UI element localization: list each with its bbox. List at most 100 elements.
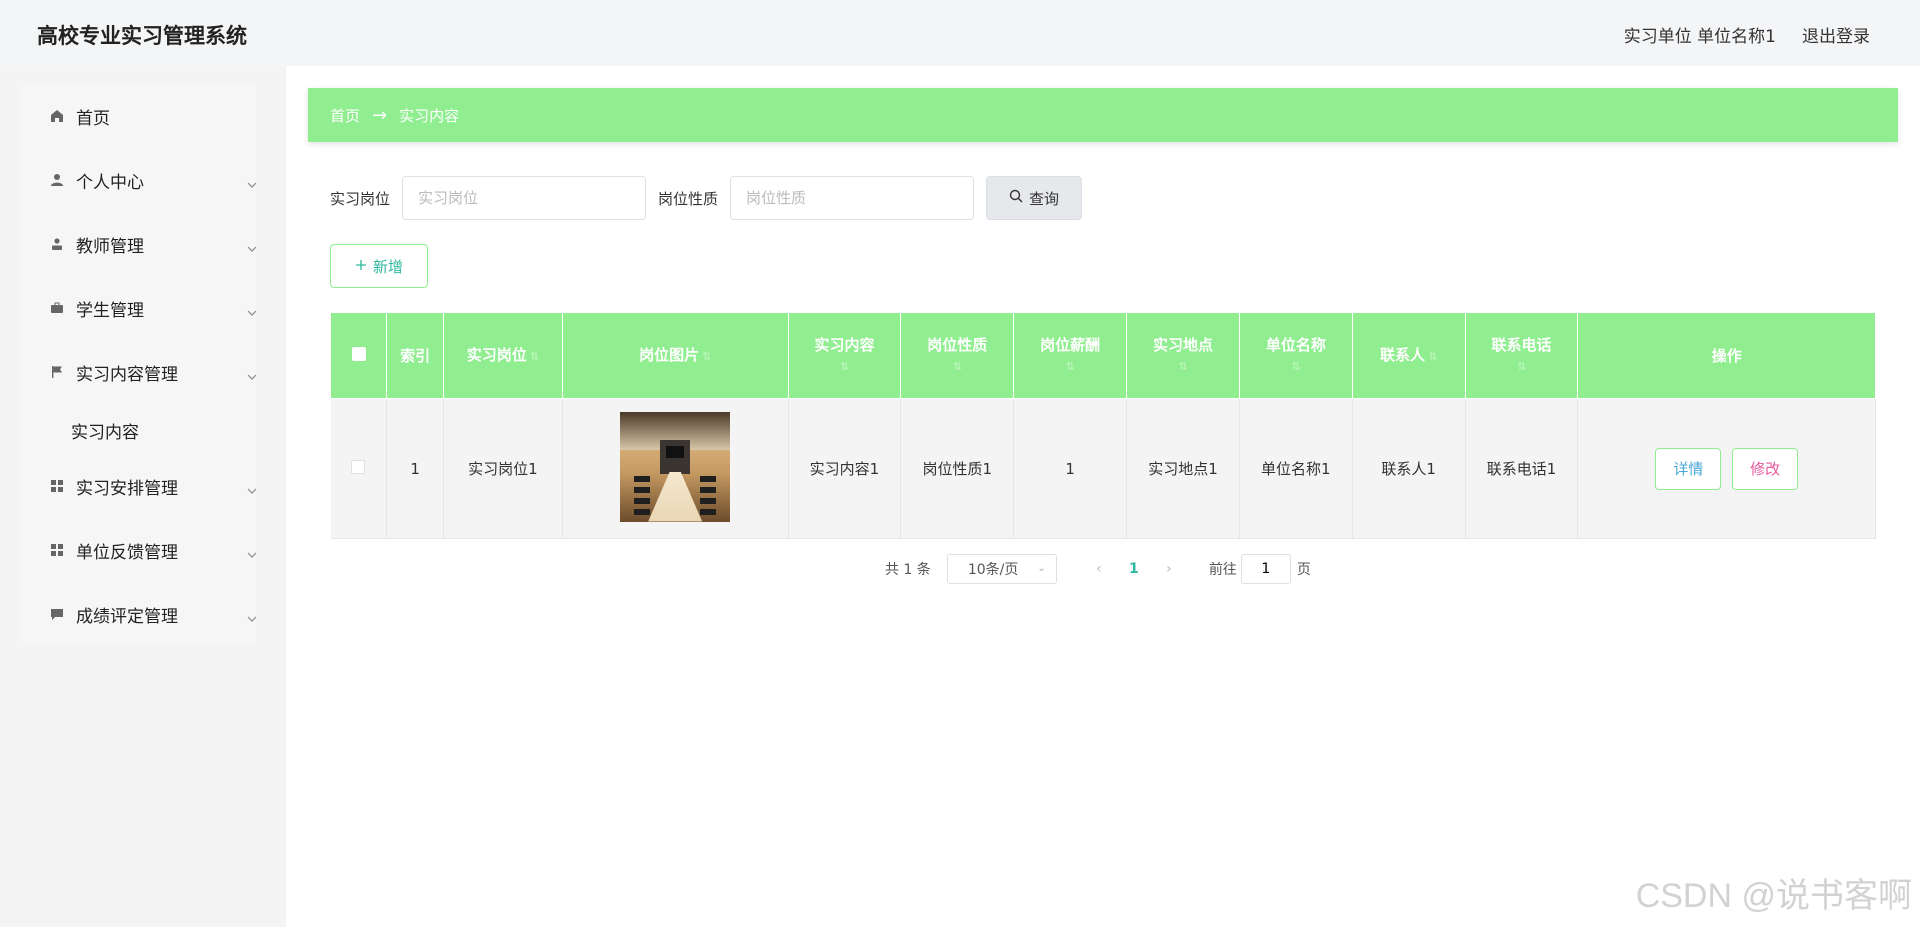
header-content[interactable]: 实习内容 ⇅: [787, 312, 902, 399]
add-button[interactable]: 新增: [330, 244, 428, 288]
chevron-down-icon: [247, 367, 257, 380]
app-title: 高校专业实习管理系统: [37, 24, 247, 48]
row-select-cell: [330, 398, 388, 539]
cell-location: 实习地点1: [1126, 398, 1240, 539]
header-ops: 操作: [1577, 312, 1876, 399]
header-right: 实习单位 单位名称1 退出登录: [1624, 22, 1870, 47]
chevron-down-icon: [247, 609, 257, 622]
sidebar: 首页 个人中心 教师管理 学生管理 实习内容管理 实习内容 实习安排管理 单位反…: [20, 86, 257, 644]
grid-icon: [49, 542, 65, 558]
sort-icon[interactable]: ⇅: [1018, 356, 1122, 378]
chevron-down-icon: [247, 545, 257, 558]
chevron-down-icon: ⌄: [1037, 563, 1046, 574]
breadcrumb: 首页 → 实习内容: [308, 88, 1898, 142]
sidebar-item-personal-center[interactable]: 个人中心: [20, 156, 257, 204]
page-number-current[interactable]: 1: [1119, 561, 1149, 577]
prev-page-icon[interactable]: ‹: [1079, 561, 1119, 577]
header-phone[interactable]: 联系电话 ⇅: [1464, 312, 1579, 399]
pagination: 共 1 条 10条/页 ⌄ ‹ 1 › 前往 页: [885, 554, 1311, 584]
table-row: 1 实习岗位1 实习内容1 岗位性质1 1 实习地点1 单位名称1 联系人1 联…: [330, 398, 1876, 539]
page-size-select[interactable]: 10条/页 ⌄: [946, 554, 1057, 584]
header-location[interactable]: 实习地点 ⇅: [1126, 312, 1240, 399]
chevron-down-icon: [247, 239, 257, 252]
sort-icon[interactable]: ⇅: [1428, 350, 1437, 363]
sort-icon[interactable]: ⇅: [702, 350, 711, 363]
sidebar-item-label: 学生管理: [76, 300, 144, 321]
briefcase-icon: [49, 300, 65, 316]
data-table: 索引 实习岗位 ⇅ 岗位图片 ⇅ 实习内容 ⇅ 岗位性质 ⇅ 岗位薪酬 ⇅ 实习地点 ⇅ 单…: [329, 312, 1876, 539]
table-header-row: 索引 实习岗位 ⇅ 岗位图片 ⇅ 实习内容 ⇅ 岗位性质 ⇅ 岗位薪酬 ⇅ 实习地点 ⇅ 单…: [329, 312, 1876, 399]
sort-icon[interactable]: ⇅: [1470, 356, 1574, 378]
cell-content: 实习内容1: [788, 398, 902, 539]
goto-page-input[interactable]: [1240, 554, 1291, 584]
header-index: 索引: [386, 312, 444, 399]
user-icon: [49, 172, 65, 188]
search-form: 实习岗位 岗位性质 查询: [330, 176, 1083, 220]
sort-icon[interactable]: ⇅: [793, 356, 897, 378]
next-page-icon[interactable]: ›: [1149, 561, 1189, 577]
cell-ops: 详情 修改: [1577, 398, 1876, 539]
sidebar-item-home[interactable]: 首页: [20, 92, 256, 140]
position-image[interactable]: [620, 411, 731, 522]
page-size-value: 10条/页: [967, 562, 1019, 578]
top-bar: 高校专业实习管理系统 实习单位 单位名称1 退出登录: [0, 0, 1920, 66]
chevron-down-icon: [247, 175, 257, 188]
sidebar-item-label: 实习安排管理: [76, 478, 178, 499]
select-all-checkbox[interactable]: [351, 346, 366, 361]
teacher-icon: [49, 236, 65, 252]
sidebar-subitem-internship-content[interactable]: 实习内容: [20, 410, 256, 450]
cell-salary: 1: [1013, 398, 1128, 539]
logout-link[interactable]: 退出登录: [1802, 22, 1870, 47]
page-suffix: 页: [1296, 562, 1311, 578]
sort-icon[interactable]: ⇅: [1244, 356, 1348, 378]
nature-label: 岗位性质: [658, 189, 719, 208]
breadcrumb-current: 实习内容: [399, 106, 460, 125]
goto-label: 前往: [1208, 562, 1237, 578]
sort-icon[interactable]: ⇅: [530, 350, 539, 363]
pagination-total: 共 1 条: [885, 562, 931, 578]
nature-search-input[interactable]: [730, 176, 975, 220]
sidebar-item-label: 成绩评定管理: [76, 606, 178, 627]
header-contact[interactable]: 联系人 ⇅: [1351, 312, 1466, 399]
query-button[interactable]: 查询: [986, 176, 1083, 220]
sidebar-item-label: 单位反馈管理: [76, 542, 178, 563]
chevron-down-icon: [247, 303, 257, 316]
cell-index: 1: [386, 398, 444, 539]
sidebar-item-label: 个人中心: [76, 172, 144, 193]
sidebar-item-company-feedback[interactable]: 单位反馈管理: [20, 526, 257, 574]
chevron-down-icon: [247, 481, 257, 494]
sidebar-item-student[interactable]: 学生管理: [20, 284, 257, 332]
header-nature[interactable]: 岗位性质 ⇅: [900, 312, 1015, 399]
position-label: 实习岗位: [330, 189, 391, 208]
sidebar-item-grade-assessment[interactable]: 成绩评定管理: [20, 590, 257, 638]
sidebar-item-internship-schedule[interactable]: 实习安排管理: [20, 462, 257, 510]
cell-position: 实习岗位1: [443, 398, 563, 539]
search-icon: [1009, 189, 1023, 207]
arrow-right-icon: →: [372, 104, 388, 126]
breadcrumb-home[interactable]: 首页: [330, 105, 360, 126]
edit-button[interactable]: 修改: [1732, 447, 1799, 490]
chat-icon: [49, 606, 65, 622]
header-company[interactable]: 单位名称 ⇅: [1238, 312, 1353, 399]
row-checkbox[interactable]: [351, 459, 366, 474]
sort-icon[interactable]: ⇅: [905, 356, 1009, 378]
grid-icon: [49, 478, 65, 494]
sidebar-subitem-label: 实习内容: [71, 422, 139, 443]
watermark: CSDN @说书客啊: [1635, 877, 1912, 915]
header-image[interactable]: 岗位图片 ⇅: [561, 312, 789, 399]
plus-icon: [355, 257, 367, 275]
cell-contact: 联系人1: [1352, 398, 1466, 539]
cell-image: [562, 398, 789, 539]
sidebar-item-internship-content-mgmt[interactable]: 实习内容管理: [20, 348, 257, 396]
header-salary[interactable]: 岗位薪酬 ⇅: [1013, 312, 1128, 399]
query-button-label: 查询: [1029, 189, 1060, 208]
cell-company: 单位名称1: [1239, 398, 1353, 539]
home-icon: [49, 108, 65, 124]
sidebar-item-teacher[interactable]: 教师管理: [20, 220, 257, 268]
position-search-input[interactable]: [402, 176, 647, 220]
sidebar-item-label: 首页: [76, 108, 110, 129]
detail-button[interactable]: 详情: [1655, 447, 1722, 490]
cell-nature: 岗位性质1: [900, 398, 1015, 539]
header-position[interactable]: 实习岗位 ⇅: [442, 312, 563, 399]
sort-icon[interactable]: ⇅: [1131, 356, 1235, 378]
